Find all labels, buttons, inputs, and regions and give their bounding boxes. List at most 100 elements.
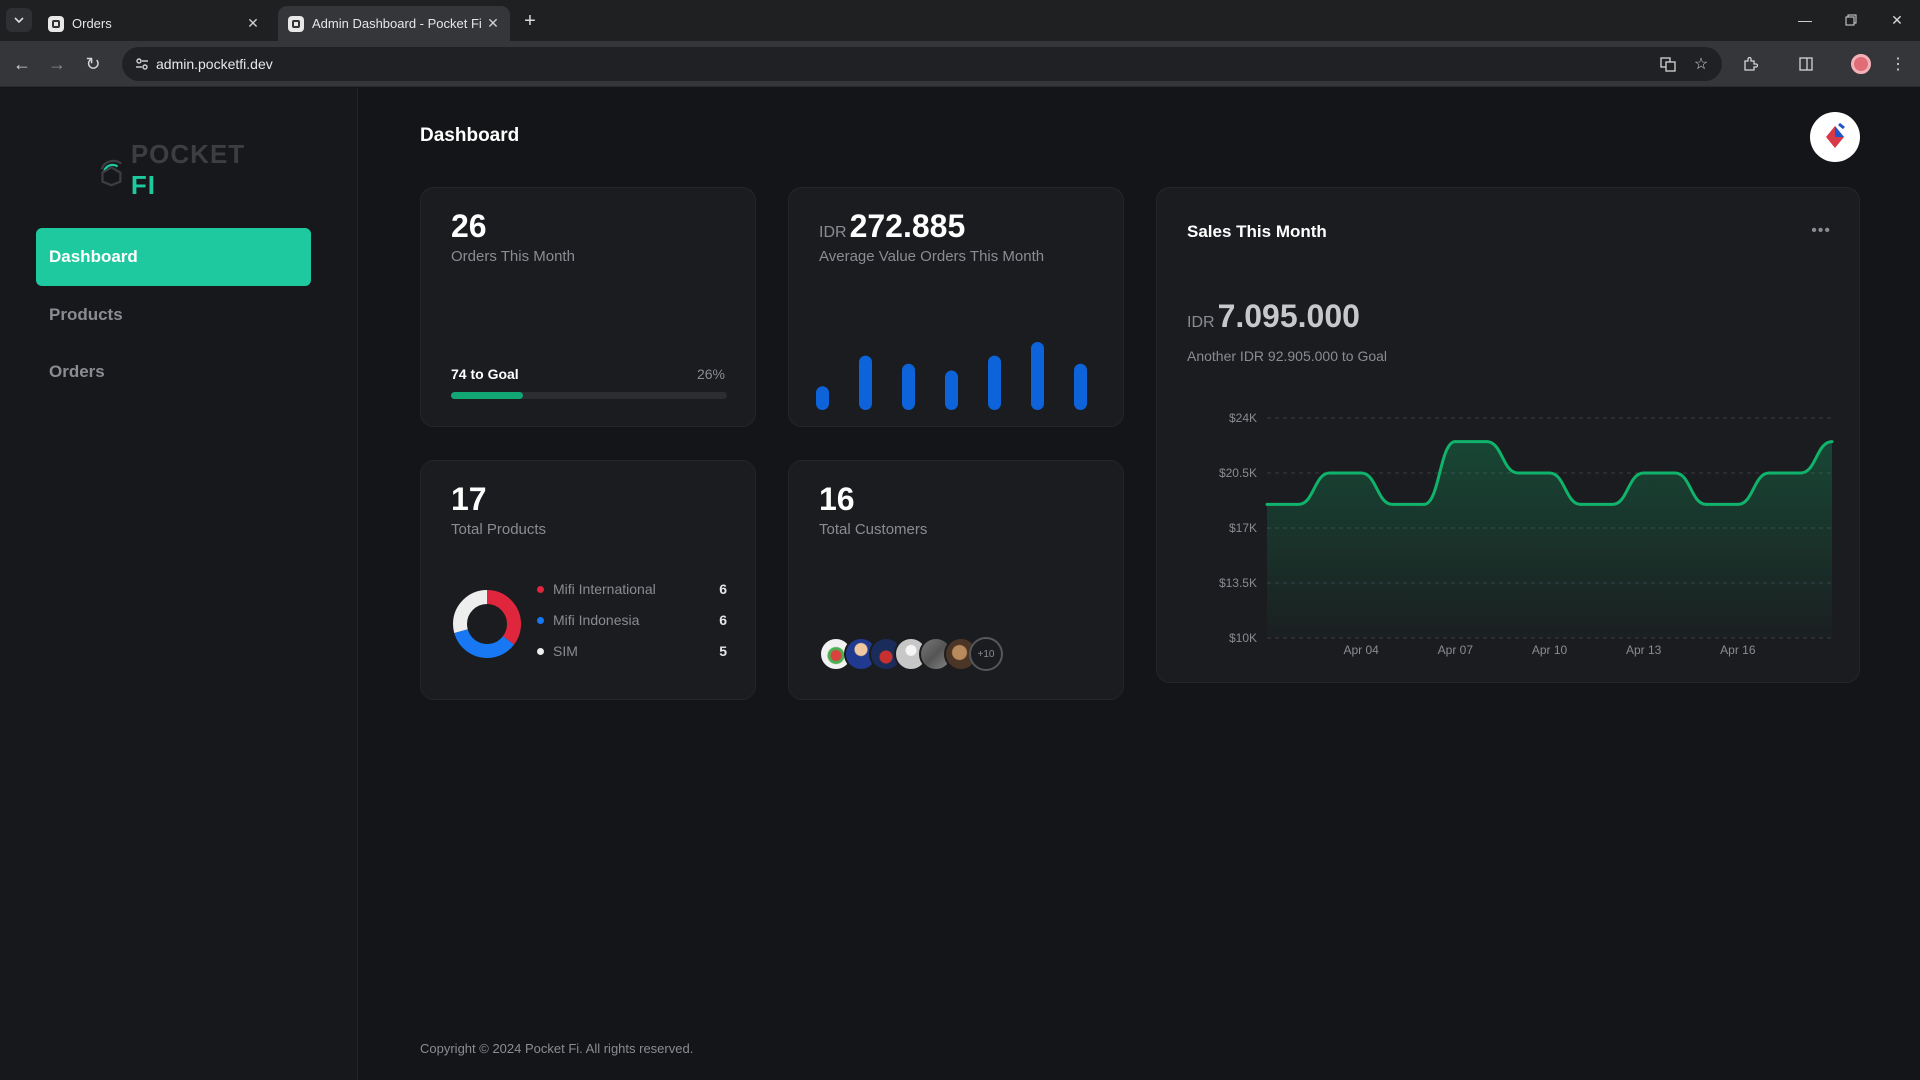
sales-point	[1799, 471, 1803, 475]
products-card: 17 Total Products Mifi International 6 M…	[420, 460, 756, 700]
goal-progress-bar	[451, 392, 727, 399]
tab-close-icon[interactable]: ✕	[484, 15, 502, 33]
tab-admin-dashboard[interactable]: Admin Dashboard - Pocket Fi ✕	[278, 6, 510, 41]
avg-value-card: IDR272.885 Average Value Orders This Mon…	[788, 187, 1124, 427]
sales-point	[1673, 471, 1677, 475]
legend-mifi-international: Mifi International 6	[537, 579, 727, 599]
sales-point	[1516, 471, 1520, 475]
avg-value-bar	[816, 386, 829, 410]
more-options-icon[interactable]: •••	[1811, 222, 1831, 240]
sales-point	[1328, 471, 1332, 475]
x-tick-label: Apr 10	[1532, 643, 1568, 657]
products-donut-chart	[453, 590, 521, 658]
tab-close-icon[interactable]: ✕	[244, 15, 262, 33]
tab-search-button[interactable]	[6, 8, 32, 32]
avg-value-label: Average Value Orders This Month	[819, 248, 1045, 265]
page-favicon-icon	[48, 15, 64, 32]
page-title: Dashboard	[420, 125, 520, 146]
currency-label: IDR	[1187, 314, 1215, 331]
avg-value-bar	[945, 370, 958, 410]
orders-card: 26 Orders This Month 74 to Goal 26%	[420, 187, 756, 427]
tab-title: Admin Dashboard - Pocket Fi	[312, 16, 482, 31]
profile-avatar-icon[interactable]	[1849, 52, 1873, 76]
customers-label: Total Customers	[819, 521, 928, 538]
sidebar-item-label: Products	[49, 305, 123, 324]
sales-goal-text: Another IDR 92.905.000 to Goal	[1187, 348, 1388, 364]
url-text: admin.pocketfi.dev	[156, 56, 273, 72]
y-tick-label: $24K	[1229, 411, 1257, 425]
sidebar-item-orders[interactable]: Orders	[36, 343, 311, 401]
products-count: 17	[451, 481, 487, 517]
browser-tab-strip: Orders ✕ Admin Dashboard - Pocket Fi ✕ +…	[0, 0, 1920, 41]
goal-progress-fill	[451, 392, 523, 399]
legend-mifi-indonesia: Mifi Indonesia 6	[537, 610, 727, 630]
goal-percent: 26%	[696, 366, 725, 382]
sales-value: IDR7.095.000	[1187, 298, 1360, 334]
sales-point	[1485, 440, 1489, 444]
avg-value-bar	[902, 363, 915, 410]
tab-title: Orders	[72, 16, 112, 31]
x-tick-label: Apr 07	[1438, 643, 1474, 657]
sales-area-fill	[1267, 441, 1832, 638]
sales-point	[1610, 502, 1614, 506]
pocket-fi-logo[interactable]: POCKET FI	[98, 139, 263, 200]
currency-label: IDR	[819, 224, 847, 241]
translate-icon[interactable]	[1656, 52, 1680, 76]
y-tick-label: $10K	[1229, 631, 1257, 645]
orders-count: 26	[451, 208, 487, 244]
sales-point	[1453, 440, 1457, 444]
chevron-down-icon	[14, 17, 24, 24]
sidebar-item-dashboard[interactable]: Dashboard	[36, 228, 311, 286]
new-tab-button[interactable]: +	[518, 9, 542, 33]
legend-dot	[537, 585, 544, 593]
logo-text: POCKET FI	[130, 139, 246, 200]
y-tick-label: $20.5K	[1219, 466, 1257, 480]
sales-point	[1422, 502, 1426, 506]
back-icon[interactable]: ←	[7, 49, 37, 79]
sales-point	[1391, 502, 1395, 506]
sales-point	[1704, 502, 1708, 506]
site-info-icon[interactable]	[130, 52, 154, 76]
x-tick-label: Apr 16	[1720, 643, 1756, 657]
footer-copyright: Copyright © 2024 Pocket Fi. All rights r…	[420, 1041, 694, 1056]
side-panel-icon[interactable]	[1794, 52, 1818, 76]
sales-point	[1359, 471, 1363, 475]
avg-value-bar	[1074, 363, 1087, 410]
sales-point	[1548, 471, 1551, 475]
address-bar[interactable]: admin.pocketfi.dev ☆	[122, 47, 1722, 81]
wifi-logo-icon	[100, 159, 122, 187]
sales-point	[1830, 440, 1834, 444]
user-avatar-image	[1826, 122, 1845, 148]
customer-avatar-group[interactable]: +10	[819, 637, 1003, 673]
tab-orders[interactable]: Orders ✕	[38, 6, 270, 41]
goal-label: 74 to Goal	[451, 366, 519, 382]
sales-point	[1296, 502, 1300, 506]
minimize-icon[interactable]: —	[1782, 0, 1828, 40]
bookmark-star-icon[interactable]: ☆	[1689, 52, 1713, 76]
user-avatar[interactable]	[1810, 112, 1860, 162]
y-tick-label: $17K	[1229, 521, 1257, 535]
avg-value-bar-chart	[816, 342, 1087, 410]
more-customers-badge[interactable]: +10	[969, 637, 1003, 671]
restore-icon[interactable]	[1828, 0, 1874, 40]
avg-value-bar	[1031, 342, 1044, 410]
products-label: Total Products	[451, 521, 547, 538]
legend-dot	[537, 616, 544, 624]
browser-toolbar: ← → ↻ admin.pocketfi.dev ☆ ⋮	[0, 41, 1920, 87]
sidebar-item-label: Orders	[49, 362, 105, 381]
reload-icon[interactable]: ↻	[78, 49, 108, 79]
sales-point	[1767, 471, 1771, 475]
close-window-icon[interactable]: ✕	[1874, 0, 1920, 40]
orders-label: Orders This Month	[451, 248, 575, 265]
customers-count: 16	[819, 481, 855, 517]
menu-kebab-icon[interactable]: ⋮	[1886, 52, 1910, 76]
sales-title: Sales This Month	[1187, 222, 1327, 241]
extensions-icon[interactable]	[1738, 52, 1762, 76]
page-favicon-icon	[288, 15, 304, 32]
forward-icon[interactable]: →	[42, 49, 72, 79]
avg-value-bar	[859, 355, 872, 410]
legend-sim: SIM 5	[537, 641, 727, 661]
sales-area-chart: $24K $20.5K $17K $13.5K $10K Apr 04 Apr 07 Apr …	[1219, 411, 1834, 657]
sidebar-item-products[interactable]: Products	[36, 286, 311, 344]
legend-dot	[537, 647, 544, 655]
